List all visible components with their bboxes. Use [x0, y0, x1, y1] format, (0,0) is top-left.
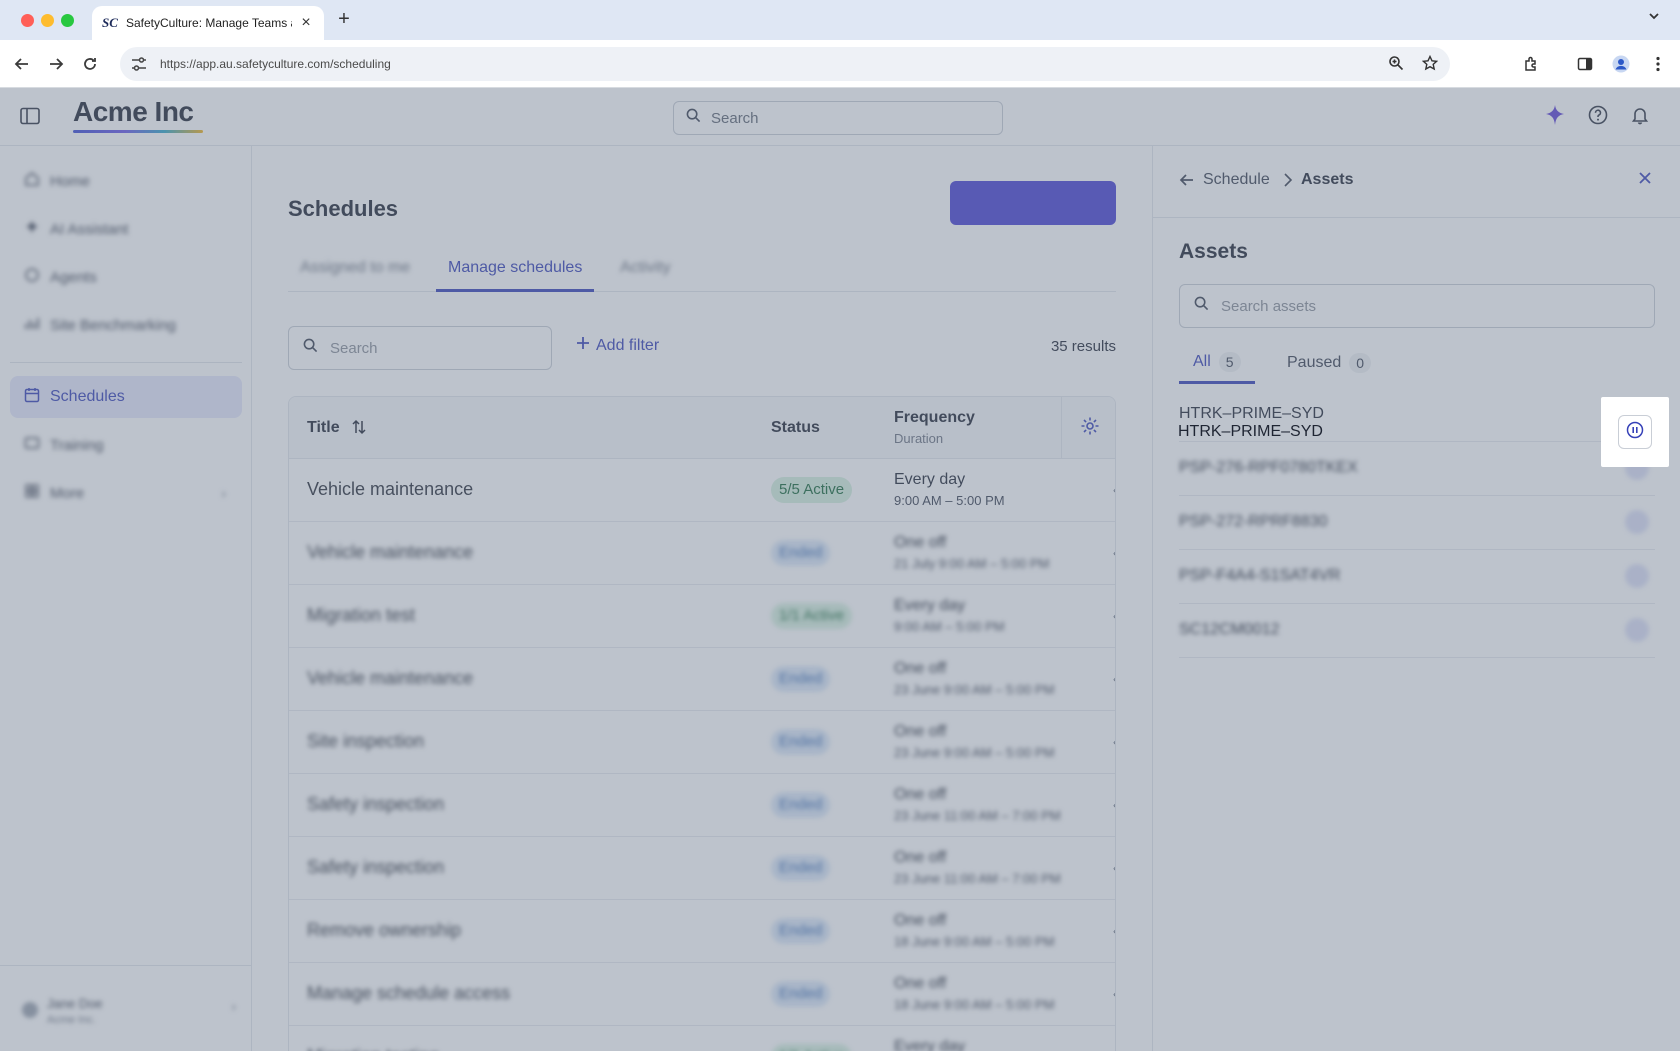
asset-name-highlighted: HTRK–PRIME–SYD: [1178, 423, 1323, 440]
tab-all-assets[interactable]: All 5: [1179, 342, 1255, 384]
url-text: https://app.au.safetyculture.com/schedul…: [160, 57, 391, 71]
asset-row[interactable]: PSP-276-RPF0780TKEX: [1179, 442, 1655, 496]
browser-tab-strip: SC SafetyCulture: Manage Teams and... × …: [0, 0, 1680, 40]
bookmark-star-icon[interactable]: [1421, 54, 1439, 76]
back-icon[interactable]: [10, 52, 34, 76]
tab-label: Paused: [1287, 354, 1342, 371]
asset-name: PSP-F4A4-S1SAT4VR: [1179, 567, 1341, 584]
asset-name: PSP-276-RPF0780TKEX: [1179, 459, 1358, 476]
help-icon[interactable]: [1588, 105, 1608, 130]
pause-icon: [1626, 421, 1644, 444]
browser-tab[interactable]: SC SafetyCulture: Manage Teams and... ×: [92, 6, 324, 40]
count-badge: 0: [1349, 353, 1372, 373]
browser-tab-title: SafetyCulture: Manage Teams and...: [126, 16, 292, 30]
close-window-button[interactable]: [21, 14, 34, 27]
pause-button-highlight: [1601, 397, 1669, 467]
chevron-right-icon: [1281, 172, 1295, 193]
asset-search-placeholder: Search assets: [1221, 297, 1317, 315]
reload-icon[interactable]: [78, 52, 102, 76]
asset-row[interactable]: SC12CM0012: [1179, 604, 1655, 658]
pause-icon[interactable]: [1625, 618, 1649, 642]
back-arrow-icon[interactable]: [1179, 172, 1195, 193]
assets-panel: Schedule Assets Assets Search assets All…: [1152, 146, 1680, 1051]
profile-avatar-icon[interactable]: [1609, 52, 1633, 76]
tab-search-chevron-icon[interactable]: [1648, 10, 1660, 25]
browser-toolbar: https://app.au.safetyculture.com/schedul…: [0, 40, 1680, 88]
asset-name: PSP-272-RPRF8830: [1179, 513, 1328, 530]
count-badge: 5: [1218, 351, 1241, 372]
pause-icon[interactable]: [1625, 564, 1649, 588]
tab-close-icon[interactable]: ×: [298, 14, 314, 32]
breadcrumb-schedule[interactable]: Schedule: [1203, 171, 1270, 189]
address-bar[interactable]: https://app.au.safetyculture.com/schedul…: [120, 47, 1450, 81]
maximize-window-button[interactable]: [61, 14, 74, 27]
search-icon: [1194, 296, 1209, 316]
zoom-icon[interactable]: [1388, 55, 1404, 76]
tab-label: All: [1193, 352, 1211, 370]
tab-paused-assets[interactable]: Paused 0: [1273, 342, 1385, 384]
panel-header: Schedule Assets: [1153, 146, 1680, 218]
notifications-bell-icon[interactable]: [1630, 105, 1650, 130]
forward-icon[interactable]: [44, 52, 68, 76]
asset-search-input[interactable]: Search assets: [1179, 284, 1655, 328]
breadcrumb-assets: Assets: [1301, 171, 1354, 188]
pause-asset-button[interactable]: [1618, 415, 1652, 449]
side-panel-icon[interactable]: [1573, 52, 1597, 76]
asset-row[interactable]: PSP-272-RPRF8830: [1179, 496, 1655, 550]
site-info-icon[interactable]: [130, 55, 148, 73]
ai-sparkle-icon[interactable]: [1544, 104, 1566, 131]
asset-name: SC12CM0012: [1179, 621, 1280, 638]
minimize-window-button[interactable]: [41, 14, 54, 27]
panel-title: Assets: [1179, 240, 1248, 263]
browser-menu-icon[interactable]: [1646, 52, 1670, 76]
modal-backdrop[interactable]: [0, 88, 1152, 1051]
new-tab-button[interactable]: +: [334, 8, 354, 31]
extensions-icon[interactable]: [1519, 52, 1543, 76]
asset-row[interactable]: PSP-F4A4-S1SAT4VR: [1179, 550, 1655, 604]
asset-name: HTRK–PRIME–SYD: [1179, 405, 1324, 422]
safetyculture-favicon-icon: SC: [102, 15, 118, 30]
close-icon[interactable]: [1637, 170, 1653, 191]
pause-icon[interactable]: [1625, 510, 1649, 534]
